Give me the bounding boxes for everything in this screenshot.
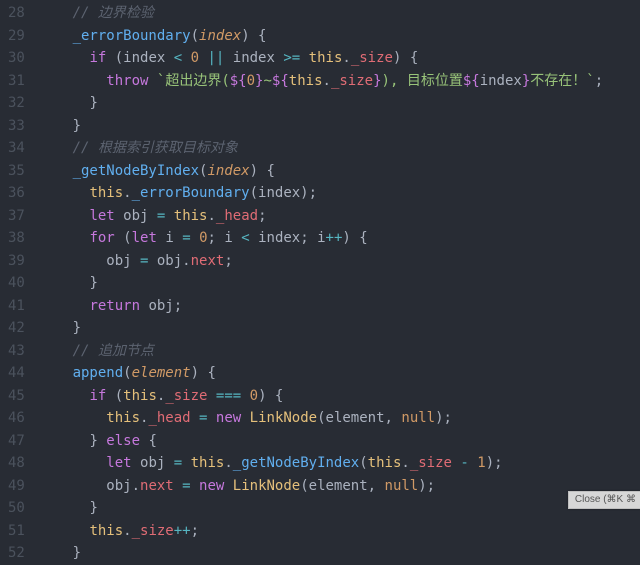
- code-editor[interactable]: 2829303132333435363738394041424344454647…: [0, 0, 640, 565]
- code-line[interactable]: if (this._size === 0) {: [39, 385, 640, 408]
- code-line[interactable]: // 根据索引获取目标对象: [39, 137, 640, 160]
- code-line[interactable]: return obj;: [39, 295, 640, 318]
- code-area[interactable]: // 边界检验 _errorBoundary(index) { if (inde…: [39, 0, 640, 565]
- code-line[interactable]: throw `超出边界(${0}~${this._size}), 目标位置${i…: [39, 70, 640, 93]
- code-line[interactable]: _errorBoundary(index) {: [39, 25, 640, 48]
- line-number: 45: [8, 385, 25, 408]
- line-number: 51: [8, 520, 25, 543]
- line-number: 37: [8, 205, 25, 228]
- code-line[interactable]: this._head = new LinkNode(element, null)…: [39, 407, 640, 430]
- code-line[interactable]: _getNodeByIndex(index) {: [39, 160, 640, 183]
- line-number: 38: [8, 227, 25, 250]
- line-number: 28: [8, 2, 25, 25]
- code-line[interactable]: append(element) {: [39, 362, 640, 385]
- code-line[interactable]: }: [39, 272, 640, 295]
- line-number: 33: [8, 115, 25, 138]
- code-line[interactable]: }: [39, 92, 640, 115]
- code-line[interactable]: obj.next = new LinkNode(element, null);: [39, 475, 640, 498]
- line-number: 35: [8, 160, 25, 183]
- code-line[interactable]: let obj = this._head;: [39, 205, 640, 228]
- close-hint-label: Close (⌘K ⌘: [575, 494, 636, 505]
- code-line[interactable]: if (index < 0 || index >= this._size) {: [39, 47, 640, 70]
- line-number: 50: [8, 497, 25, 520]
- line-number-gutter: 2829303132333435363738394041424344454647…: [0, 0, 39, 565]
- line-number: 43: [8, 340, 25, 363]
- line-number: 46: [8, 407, 25, 430]
- line-number: 47: [8, 430, 25, 453]
- code-line[interactable]: this._errorBoundary(index);: [39, 182, 640, 205]
- line-number: 30: [8, 47, 25, 70]
- line-number: 34: [8, 137, 25, 160]
- code-line[interactable]: }: [39, 115, 640, 138]
- code-line[interactable]: }: [39, 317, 640, 340]
- line-number: 44: [8, 362, 25, 385]
- code-line[interactable]: // 边界检验: [39, 2, 640, 25]
- line-number: 49: [8, 475, 25, 498]
- code-line[interactable]: // 追加节点: [39, 340, 640, 363]
- line-number: 29: [8, 25, 25, 48]
- line-number: 32: [8, 92, 25, 115]
- code-line[interactable]: this._size++;: [39, 520, 640, 543]
- line-number: 31: [8, 70, 25, 93]
- code-line[interactable]: for (let i = 0; i < index; i++) {: [39, 227, 640, 250]
- code-line[interactable]: }: [39, 542, 640, 565]
- line-number: 42: [8, 317, 25, 340]
- code-line[interactable]: let obj = this._getNodeByIndex(this._siz…: [39, 452, 640, 475]
- line-number: 48: [8, 452, 25, 475]
- code-line[interactable]: }: [39, 497, 640, 520]
- close-hint-widget[interactable]: Close (⌘K ⌘: [568, 491, 640, 509]
- line-number: 40: [8, 272, 25, 295]
- line-number: 52: [8, 542, 25, 565]
- line-number: 41: [8, 295, 25, 318]
- line-number: 39: [8, 250, 25, 273]
- code-line[interactable]: } else {: [39, 430, 640, 453]
- line-number: 36: [8, 182, 25, 205]
- code-line[interactable]: obj = obj.next;: [39, 250, 640, 273]
